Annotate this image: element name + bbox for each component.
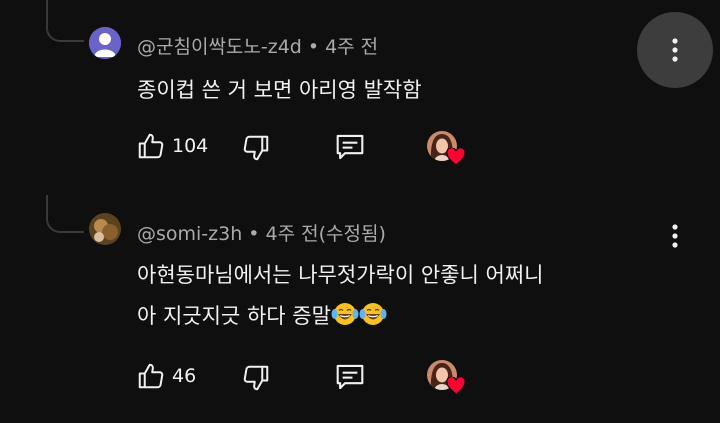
thread-connector: [46, 195, 84, 233]
comment-meta: @군침이싹도노-z4d • 4주 전: [137, 36, 379, 58]
reply-icon: [336, 134, 364, 160]
reply-icon: [336, 364, 364, 390]
comment-menu-button[interactable]: [637, 12, 713, 88]
comment-text-line-2: 아 지긋지긋 하다 증말: [137, 300, 387, 332]
thumbs-down-icon: [243, 135, 269, 161]
thumbs-down-icon: [243, 365, 269, 391]
like-button[interactable]: 46: [136, 361, 196, 391]
comment-time[interactable]: 4주 전(수정됨): [266, 223, 386, 245]
like-count: 104: [172, 135, 209, 157]
creator-heart-icon: [446, 148, 466, 166]
thumbs-up-icon: [138, 133, 164, 159]
comment-time[interactable]: 4주 전: [325, 36, 378, 58]
avatar[interactable]: [89, 27, 121, 59]
thumbs-up-icon: [138, 363, 164, 389]
thread-connector: [46, 0, 84, 42]
more-vert-icon: [672, 224, 678, 248]
reply-button[interactable]: [334, 132, 366, 162]
comment-text-line: 아현동마님에서는 나무젓가락이 안좋니 어쩌니: [137, 263, 544, 287]
like-count: 46: [172, 365, 197, 387]
comment-meta: @somi-z3h • 4주 전(수정됨): [137, 223, 386, 245]
comment-text: 아 지긋지긋 하다 증말: [137, 304, 331, 328]
person-avatar-icon: [89, 27, 121, 59]
dislike-button[interactable]: [241, 133, 271, 163]
creator-heart-icon: [446, 377, 466, 395]
comment-author[interactable]: @somi-z3h: [137, 223, 242, 245]
laughing-tears-emoji: [359, 301, 387, 332]
comment-author[interactable]: @군침이싹도노-z4d: [137, 36, 302, 58]
reply-button[interactable]: [334, 362, 366, 392]
like-button[interactable]: 104: [136, 131, 208, 161]
more-vert-icon: [672, 38, 678, 62]
laughing-tears-emoji: [331, 301, 359, 332]
avatar[interactable]: [89, 213, 121, 245]
comment-menu-button[interactable]: [662, 220, 688, 252]
user-photo-icon: [89, 213, 121, 245]
dislike-button[interactable]: [241, 363, 271, 393]
comment-text: 종이컵 쓴 거 보면 아리영 발작함: [137, 78, 422, 102]
